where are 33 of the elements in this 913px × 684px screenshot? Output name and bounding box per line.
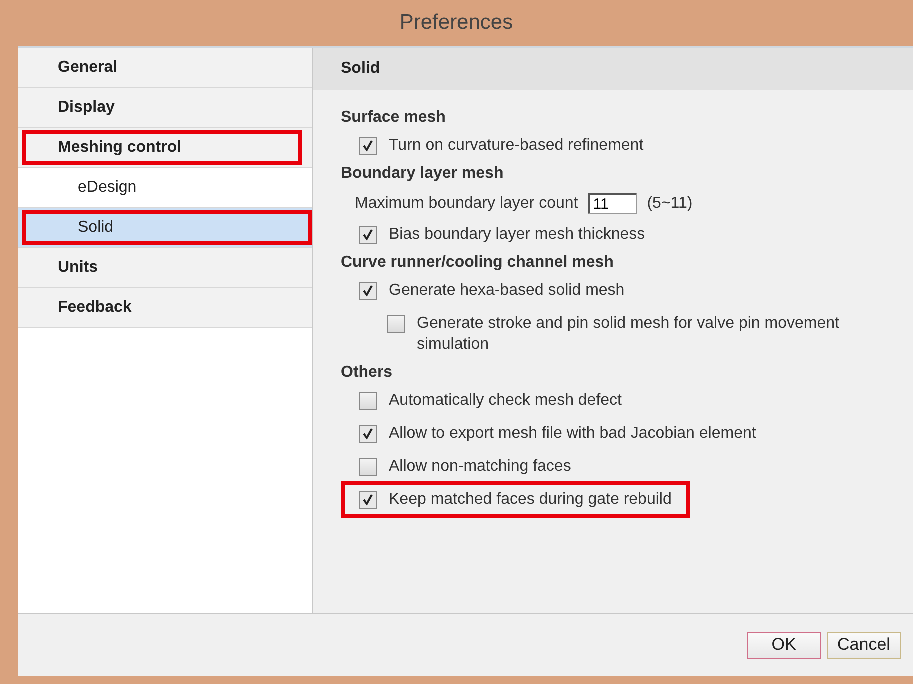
number-field[interactable]: 11 [588, 193, 638, 214]
ok-button[interactable]: OK [747, 632, 821, 658]
checkbox[interactable] [359, 137, 377, 155]
checkbox-label: Automatically check mesh defect [389, 391, 622, 411]
checkbox-label: Keep matched faces during gate rebuild [389, 490, 672, 510]
sidebar-item[interactable]: Display [18, 88, 312, 128]
checkbox-label: Turn on curvature-based refinement [389, 136, 644, 156]
checkbox-label: Bias boundary layer mesh thickness [389, 225, 646, 245]
section-heading: Curve runner/cooling channel mesh [341, 252, 615, 272]
window-title: Preferences [400, 11, 514, 35]
checkbox-label: Allow to export mesh file with bad Jacobian element [389, 424, 756, 444]
section-heading: Others [341, 362, 394, 382]
checkbox[interactable] [387, 315, 405, 333]
checkbox-label: Allow non-matching faces [389, 457, 572, 477]
panel-title: Solid [341, 60, 380, 78]
sidebar-item[interactable]: Solid [18, 208, 312, 248]
sidebar-item[interactable]: Meshing control [18, 128, 312, 168]
checkbox-label: Generate stroke and pin solid mesh for valve pin movement simulation [417, 314, 840, 355]
range-hint: (5~11) [647, 194, 693, 212]
sidebar-item[interactable]: General [18, 48, 312, 88]
cancel-button[interactable]: Cancel [827, 632, 901, 658]
checkbox[interactable] [359, 282, 377, 300]
section-heading: Boundary layer mesh [341, 164, 505, 184]
checkbox[interactable] [359, 425, 377, 443]
checkbox-label: Generate hexa-based solid mesh [389, 281, 625, 301]
checkbox[interactable] [359, 226, 377, 244]
sidebar-item[interactable]: Feedback [18, 288, 312, 328]
field-label: Maximum boundary layer count [355, 194, 578, 212]
checkbox[interactable] [359, 491, 377, 509]
sidebar-item[interactable]: Units [18, 248, 312, 288]
checkbox[interactable] [359, 392, 377, 410]
section-heading: Surface mesh [341, 108, 447, 128]
checkbox[interactable] [359, 458, 377, 476]
